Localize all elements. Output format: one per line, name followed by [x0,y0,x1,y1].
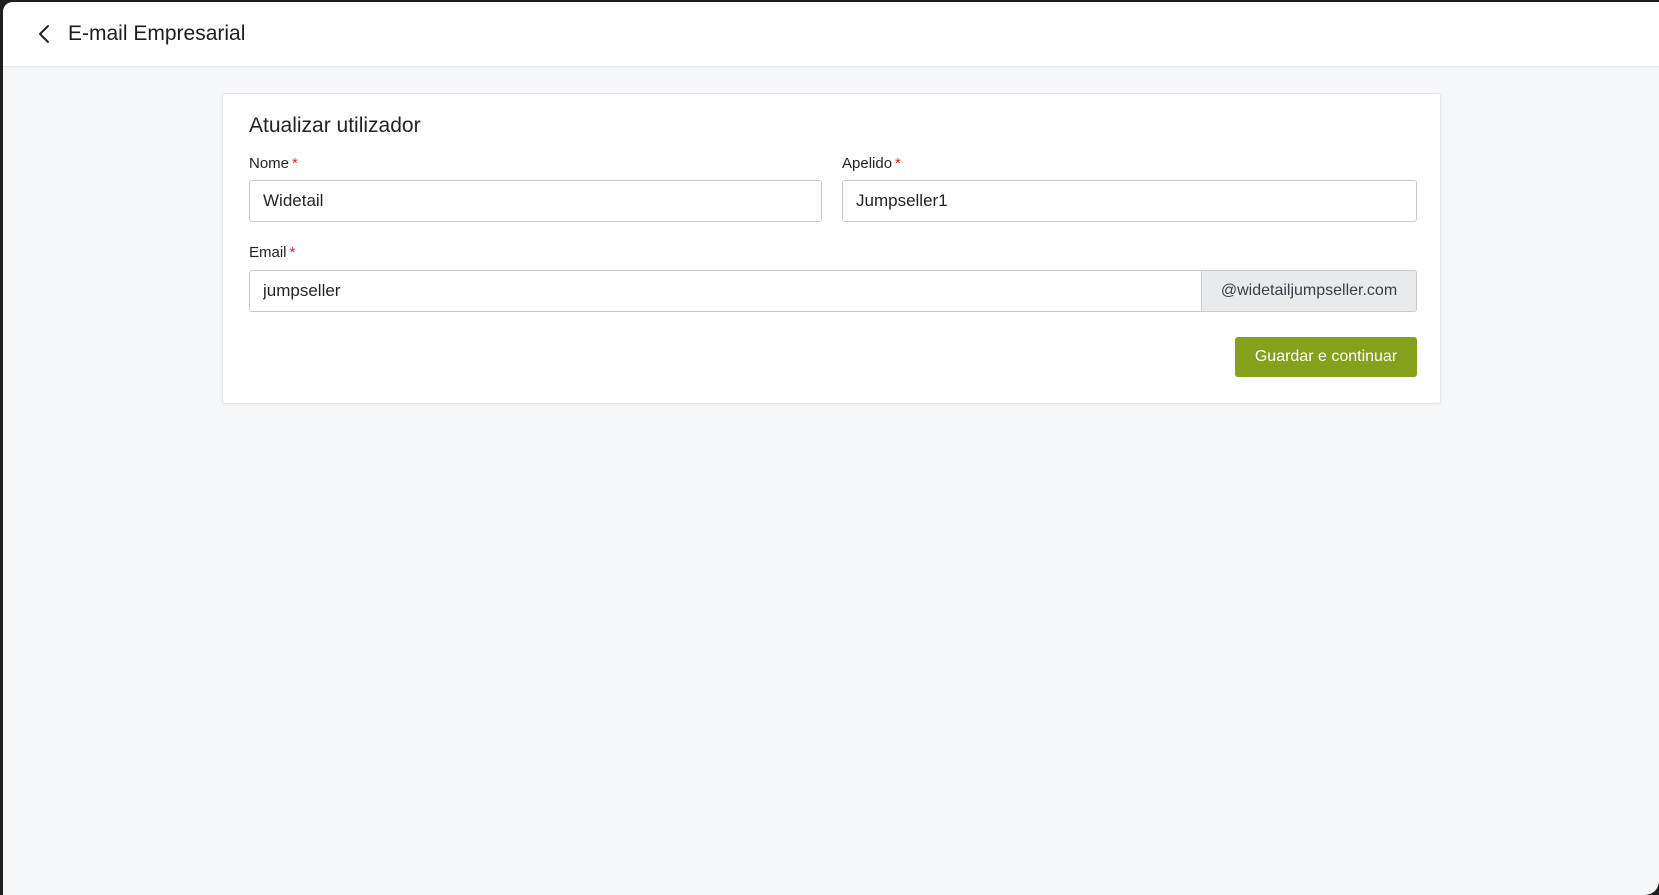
page-title: E-mail Empresarial [68,22,246,45]
required-marker: * [289,244,296,261]
first-name-label-text: Nome [249,155,290,172]
required-marker: * [895,155,901,172]
update-user-card: Atualizar utilizador Nome* Apelido* Emai… [222,93,1441,404]
first-name-label: Nome * [249,154,298,174]
last-name-label-text: Apelido [842,155,893,172]
last-name-label: Apelido * [842,154,901,174]
form-title: Atualizar utilizador [249,114,421,137]
save-and-continue-button[interactable]: Guardar e continuar [1235,337,1417,377]
last-name-input[interactable] [842,180,1417,222]
required-marker: * [292,155,298,172]
app-window: E-mail Empresarial Atualizar utilizador … [3,2,1659,895]
email-field[interactable] [250,271,1201,311]
email-domain-suffix: @widetailjumpseller.com [1201,271,1416,311]
chevron-left-icon [39,25,49,43]
email-label: Email * [249,243,295,263]
top-bar: E-mail Empresarial [3,2,1659,67]
back-button[interactable] [31,20,59,48]
email-label-text: Email [249,244,287,261]
email-input-group: @widetailjumpseller.com [249,270,1417,312]
first-name-input[interactable] [249,180,822,222]
